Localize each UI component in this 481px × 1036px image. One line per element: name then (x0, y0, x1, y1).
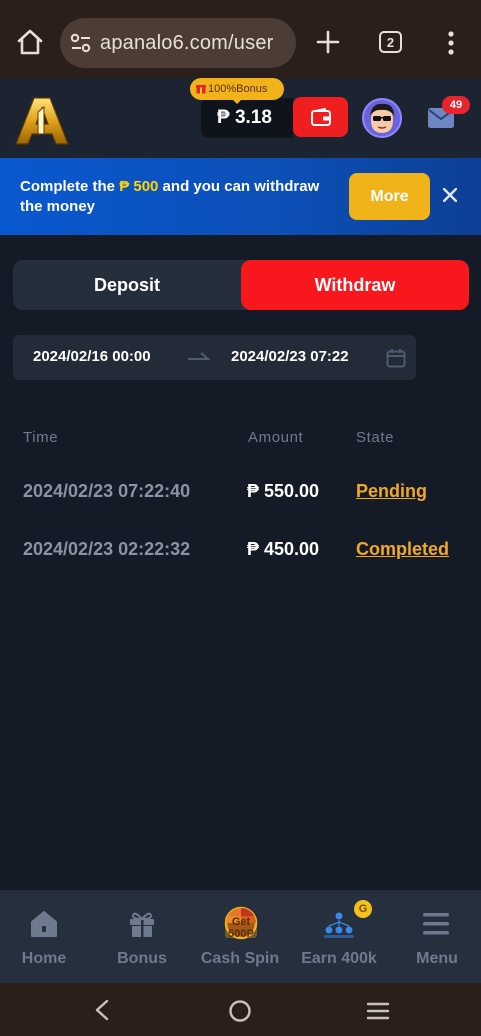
balance-amount: ₱ 3.18 (217, 107, 272, 128)
nav-cash-spin[interactable]: Get 500P Cash Spin (196, 890, 284, 983)
nav-earn[interactable]: G Earn 400k (294, 890, 384, 983)
table-row: 2024/02/23 07:22:40 ₱ 550.00 Pending (0, 473, 481, 513)
url-text: apanalo6.com/user (100, 32, 274, 54)
new-tab-icon[interactable] (316, 30, 340, 54)
table-row: 2024/02/23 02:22:32 ₱ 450.00 Completed (0, 531, 481, 571)
row-state-link[interactable]: Pending (356, 481, 427, 502)
browser-toolbar: apanalo6.com/user 2 (0, 0, 481, 78)
column-header-amount: Amount (248, 429, 304, 446)
avatar-face-icon (370, 103, 394, 133)
wallet-icon (311, 108, 331, 126)
tab-switcher-button[interactable]: 2 (379, 31, 402, 53)
referral-network-icon (324, 912, 354, 938)
home-icon (31, 911, 57, 937)
cash-spin-badge-line1: Get (231, 916, 251, 928)
nav-cash-spin-label: Cash Spin (200, 950, 280, 967)
more-button[interactable]: More (349, 173, 430, 220)
nav-home[interactable]: Home (0, 890, 88, 983)
tab-deposit[interactable]: Deposit (13, 260, 241, 310)
app-header: ₱ 3.18 100%Bonus 49 (0, 78, 481, 158)
recents-icon[interactable] (366, 1001, 390, 1021)
column-header-time: Time (23, 429, 59, 446)
nav-bonus-label: Bonus (117, 950, 167, 967)
row-state-link[interactable]: Completed (356, 539, 449, 560)
address-bar[interactable]: apanalo6.com/user (60, 18, 296, 68)
bonus-badge-pointer (232, 99, 242, 104)
home-icon[interactable] (16, 28, 44, 56)
promo-highlight: ₱ 500 (119, 178, 159, 195)
nav-earn-label: Earn 400k (301, 950, 377, 967)
nav-home-label: Home (21, 950, 67, 967)
row-amount: ₱ 550.00 (247, 481, 320, 501)
more-options-icon[interactable] (446, 30, 456, 56)
arrow-right-icon (188, 352, 210, 360)
gift-icon (196, 85, 206, 94)
bottom-nav: Home Bonus Get 500P Cash Spin G Earn 400… (0, 890, 481, 983)
bonus-badge: 100%Bonus (190, 78, 284, 100)
row-time: 2024/02/23 02:22:32 (23, 539, 191, 559)
calendar-icon[interactable] (386, 348, 406, 368)
tab-withdraw[interactable]: Withdraw (241, 260, 469, 310)
deposit-withdraw-tabs: Deposit Withdraw (13, 260, 469, 310)
hamburger-menu-icon (423, 913, 449, 935)
site-info-icon[interactable] (70, 33, 92, 53)
nav-menu-label: Menu (416, 950, 458, 967)
cash-spin-badge: Get 500P (223, 916, 259, 940)
nav-menu[interactable]: Menu (394, 890, 480, 983)
earn-badge: G (354, 900, 372, 918)
promo-text-before: Complete the (20, 178, 120, 195)
row-amount: ₱ 450.00 (247, 539, 320, 559)
system-home-icon[interactable] (228, 999, 252, 1023)
avatar[interactable] (362, 98, 402, 138)
close-icon[interactable] (443, 188, 457, 202)
bonus-badge-label: 100%Bonus (208, 83, 268, 95)
column-header-state: State (356, 429, 395, 446)
nav-bonus[interactable]: Bonus (98, 890, 186, 983)
balance-display[interactable]: ₱ 3.18 (201, 98, 293, 138)
mail-count-badge: 49 (442, 96, 470, 114)
date-range-picker[interactable]: 2024/02/16 00:00 2024/02/23 07:22 (13, 335, 416, 380)
row-time: 2024/02/23 07:22:40 (23, 481, 191, 501)
cash-spin-badge-line2: 500P (228, 928, 254, 940)
system-navigation-bar (0, 983, 481, 1036)
promo-banner: Complete the ₱ 500 and you can withdraw … (0, 158, 481, 235)
date-start[interactable]: 2024/02/16 00:00 (33, 348, 151, 365)
wallet-button[interactable] (293, 97, 348, 137)
back-icon[interactable] (92, 999, 112, 1021)
date-end[interactable]: 2024/02/23 07:22 (231, 348, 349, 365)
gift-icon (130, 912, 154, 937)
brand-logo[interactable] (14, 94, 70, 146)
promo-message: Complete the ₱ 500 and you can withdraw … (20, 177, 320, 217)
